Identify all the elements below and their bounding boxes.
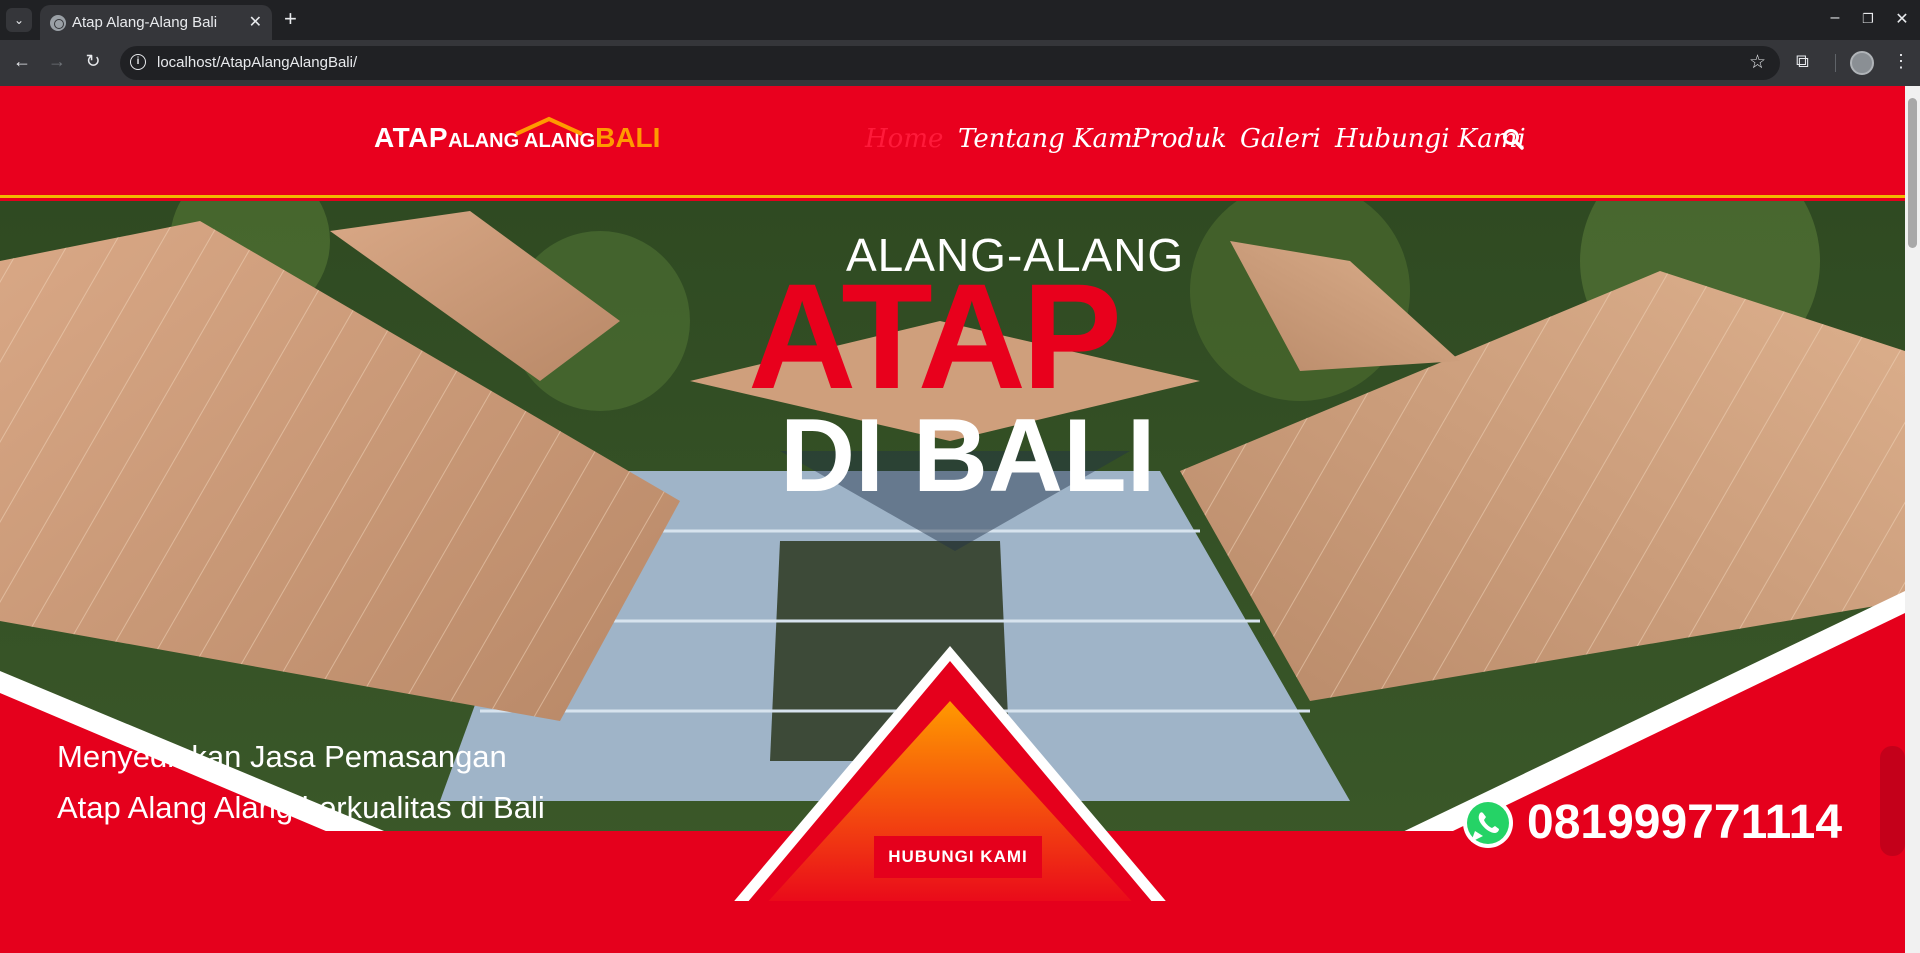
puzzle-icon[interactable]: ⧉: [1796, 51, 1809, 72]
minimize-window-icon[interactable]: –: [1825, 9, 1845, 27]
site-info-icon[interactable]: i: [130, 54, 146, 70]
site-header: ATAPALANG ALANGBALI Home Tentang Kami Pr…: [0, 86, 1905, 198]
address-bar[interactable]: i localhost/AtapAlangAlangBali/ ☆: [120, 46, 1780, 80]
nav-home[interactable]: Home: [865, 124, 943, 154]
toolbar-divider: [1835, 54, 1836, 72]
search-icon[interactable]: [1502, 128, 1524, 150]
restore-window-icon[interactable]: ❐: [1858, 11, 1878, 27]
main-nav: Home Tentang Kami Produk Galeri Hubungi …: [0, 124, 1905, 164]
whatsapp-icon: [1463, 798, 1513, 848]
browser-tab[interactable]: Atap Alang-Alang Bali ✕: [40, 5, 272, 40]
web-page: ATAPALANG ALANGBALI Home Tentang Kami Pr…: [0, 86, 1905, 953]
star-icon[interactable]: ☆: [1749, 51, 1766, 74]
scrollbar-thumb[interactable]: [1908, 98, 1917, 248]
close-tab-icon[interactable]: ✕: [249, 12, 262, 32]
kebab-menu-icon[interactable]: ⋮: [1892, 51, 1910, 72]
page-scrollbar[interactable]: [1905, 86, 1920, 953]
browser-toolbar: ← → ↻ i localhost/AtapAlangAlangBali/ ☆ …: [0, 40, 1920, 86]
nav-tentang-kami[interactable]: Tentang Kami: [958, 124, 1141, 154]
globe-icon: [50, 15, 66, 31]
avatar[interactable]: [1850, 51, 1874, 75]
close-window-icon[interactable]: ✕: [1892, 9, 1912, 29]
phone-number[interactable]: 081999771114: [1527, 793, 1842, 853]
url-text[interactable]: localhost/AtapAlangAlangBali/: [157, 54, 357, 71]
forward-arrow-icon[interactable]: →: [45, 51, 69, 72]
hero-line-di-bali: DI BALI: [780, 398, 1156, 514]
browser-tab-bar: ⌄ Atap Alang-Alang Bali ✕ + – ❐ ✕: [0, 0, 1920, 40]
hubungi-kami-button[interactable]: HUBUNGI KAMI: [874, 836, 1042, 878]
hero-tagline: Menyediakan Jasa Pemasangan Atap Alang A…: [57, 739, 545, 825]
tab-search-button[interactable]: ⌄: [6, 8, 32, 32]
nav-hubungi-kami[interactable]: Hubungi Kami: [1335, 124, 1526, 154]
nav-galeri[interactable]: Galeri: [1240, 124, 1321, 154]
nav-produk[interactable]: Produk: [1132, 124, 1227, 154]
reload-icon[interactable]: ↻: [81, 51, 105, 72]
back-arrow-icon[interactable]: ←: [10, 51, 34, 72]
tab-title: Atap Alang-Alang Bali: [72, 14, 218, 31]
hero-line-atap: ATAP: [748, 252, 1122, 420]
hero-banner: ALANG-ALANG ATAP DI BALI Menyediakan Jas…: [0, 201, 1905, 953]
new-tab-button[interactable]: +: [284, 7, 297, 31]
